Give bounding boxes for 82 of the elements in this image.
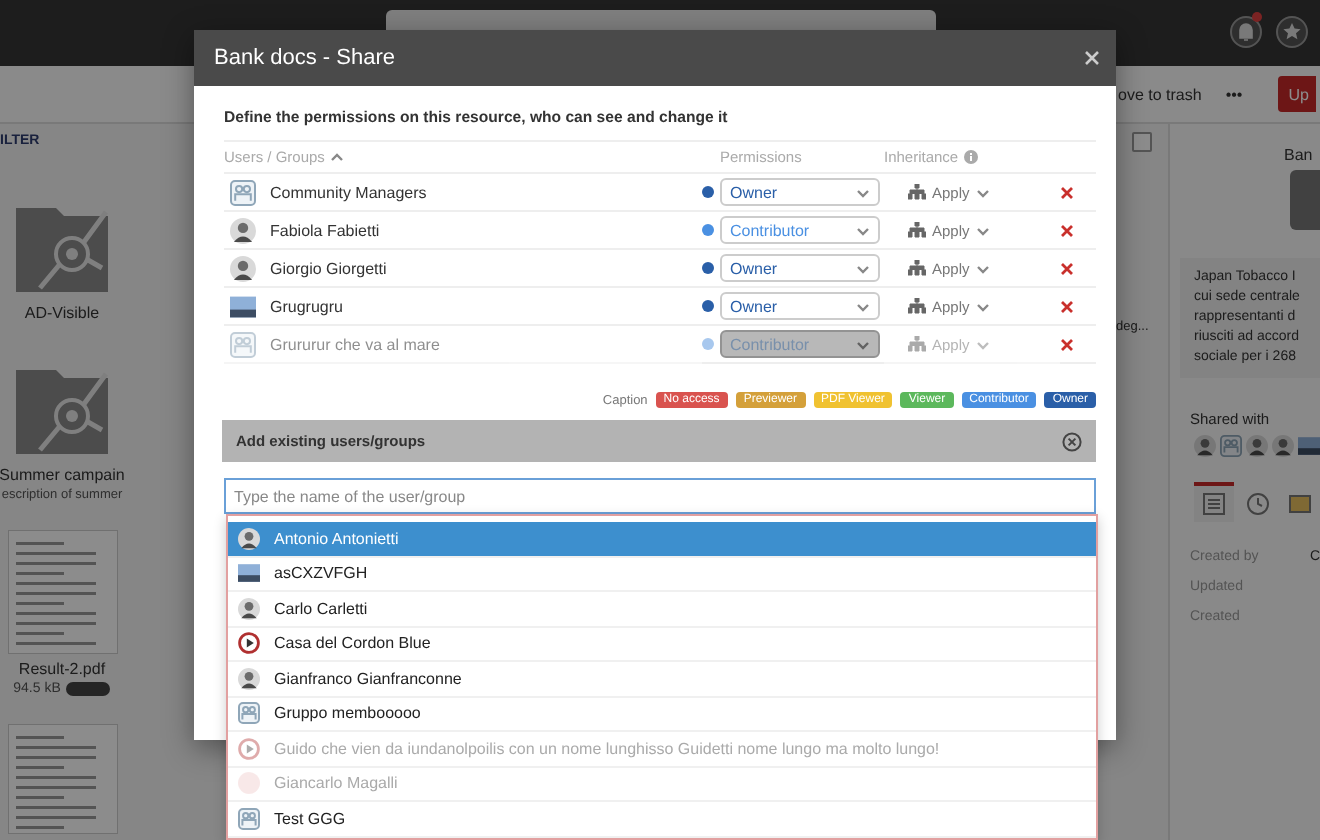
move-to-trash-link[interactable]: ove to trash — [1118, 85, 1202, 103]
dialog-title: Bank docs - Share — [214, 46, 395, 70]
play-avatar-icon — [238, 737, 260, 760]
file-name: AD-Visible — [24, 304, 100, 322]
details-tab[interactable] — [1194, 482, 1234, 522]
member-name: Giorgio Giorgetti — [270, 259, 387, 277]
caret-icon — [856, 301, 870, 311]
group-avatar-icon — [238, 807, 260, 830]
select-value: Owner — [730, 183, 778, 201]
sitemap-icon — [908, 298, 926, 314]
preview-icon — [1290, 170, 1320, 230]
caret-icon — [975, 263, 990, 273]
play-avatar-icon — [238, 632, 260, 655]
status-badge — [66, 682, 111, 696]
permission-select[interactable]: Owner — [720, 292, 880, 320]
group-avatar-icon — [230, 179, 256, 205]
person-avatar-icon — [230, 217, 256, 243]
image-avatar-icon — [230, 293, 256, 319]
caret-icon — [856, 263, 870, 273]
select-value: Owner — [730, 297, 778, 315]
permission-select[interactable]: Contributor — [720, 216, 880, 244]
document-thumbnail — [7, 724, 117, 834]
group-avatar-icon — [230, 331, 256, 357]
person-avatar-icon — [238, 667, 260, 690]
details-title: Ban — [1284, 146, 1315, 164]
permission-select[interactable]: Owner — [720, 178, 880, 206]
upload-button[interactable]: Up — [1278, 76, 1317, 112]
caret-icon — [975, 339, 990, 349]
person-avatar-icon — [230, 255, 256, 281]
caret-icon — [975, 301, 990, 311]
caret-icon — [856, 225, 870, 235]
suggestion-item[interactable]: asCXZVFGH — [228, 557, 1096, 592]
sitemap-icon — [908, 222, 926, 238]
document-thumbnail — [7, 530, 117, 654]
member-name: Fabiola Fabietti — [270, 221, 380, 239]
remove-button[interactable] — [1060, 223, 1074, 237]
member-name: Grururur che va al mare — [270, 335, 440, 353]
sitemap-icon — [908, 336, 926, 352]
remove-button[interactable] — [1060, 337, 1074, 351]
person-avatar-icon — [238, 597, 260, 620]
permission-select[interactable]: Owner — [720, 254, 880, 282]
info-icon — [964, 150, 979, 164]
file-name: Summer campain — [0, 466, 125, 484]
close-button[interactable] — [1062, 431, 1082, 451]
caret-icon — [975, 225, 990, 235]
image-icon — [1288, 492, 1313, 516]
person-avatar-icon — [238, 527, 260, 550]
remove-button[interactable] — [1060, 299, 1074, 313]
suggestion-item[interactable]: Carlo Carletti — [228, 592, 1096, 627]
person-avatar-icon — [1194, 434, 1216, 458]
suggestion-item[interactable]: Gianfranco Gianfranconne — [228, 662, 1096, 697]
select-value: Contributor — [730, 335, 810, 353]
select-value: Owner — [730, 259, 778, 277]
member-name: Grugrugru — [270, 297, 343, 315]
suggestion-item[interactable]: Casa del Cordon Blue — [228, 627, 1096, 662]
remove-button[interactable] — [1060, 261, 1074, 275]
notification-badge — [1252, 12, 1262, 22]
sort-icon — [330, 152, 345, 162]
file-name: Result-2.pdf — [18, 660, 106, 678]
suggestion-item[interactable]: Antonio Antonietti — [228, 522, 1096, 557]
user-search-field[interactable]: Type the name of the user/group — [224, 478, 1096, 514]
group-avatar-icon — [1220, 434, 1242, 458]
image-avatar-icon — [1298, 434, 1320, 458]
select-checkbox[interactable] — [1131, 132, 1151, 152]
caret-icon — [856, 339, 870, 349]
suggestion-item[interactable]: Gruppo membooooo — [228, 697, 1096, 732]
clock-icon — [1245, 492, 1269, 516]
suggestion-item[interactable]: Test GGG — [228, 802, 1096, 837]
image-avatar-icon — [238, 562, 260, 585]
remove-button[interactable] — [1060, 185, 1074, 199]
sitemap-icon — [908, 184, 926, 200]
caret-icon — [856, 187, 870, 197]
group-avatar-icon — [238, 702, 260, 725]
member-name: Community Managers — [270, 183, 427, 201]
person-avatar-icon — [1246, 434, 1268, 458]
caret-icon — [975, 187, 990, 197]
select-value: Contributor — [730, 221, 810, 239]
person-avatar-icon — [1272, 434, 1294, 458]
list-icon — [1201, 492, 1226, 516]
more-button[interactable]: ••• — [1225, 85, 1243, 103]
bell-icon[interactable] — [1230, 16, 1262, 48]
sitemap-icon — [908, 260, 926, 276]
